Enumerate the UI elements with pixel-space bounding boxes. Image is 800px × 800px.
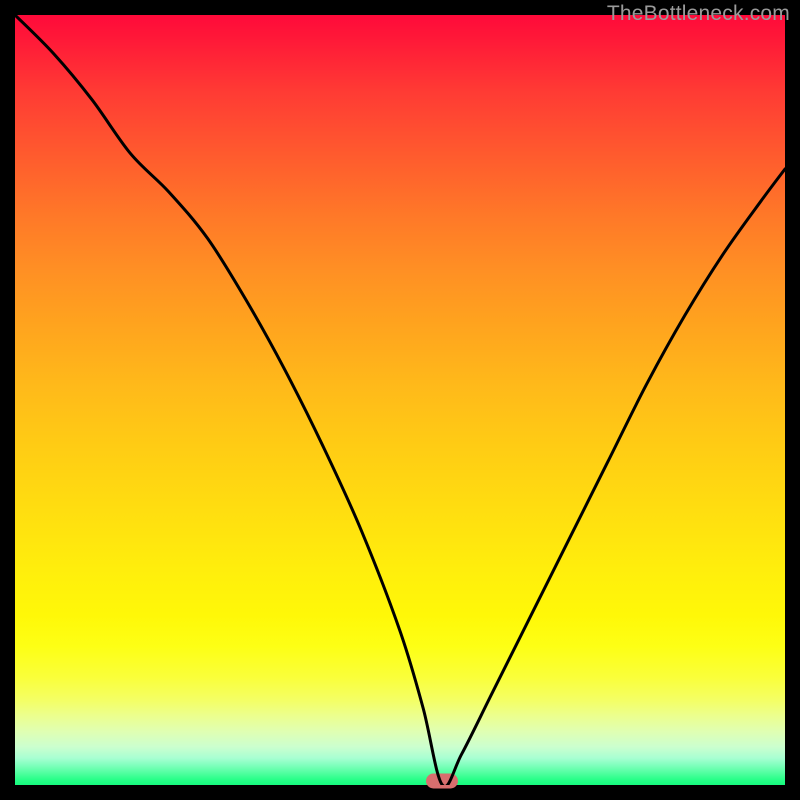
bottleneck-curve <box>15 15 785 785</box>
watermark-text: TheBottleneck.com <box>607 2 790 26</box>
plot-area <box>15 15 785 785</box>
chart-container: TheBottleneck.com <box>0 0 800 800</box>
